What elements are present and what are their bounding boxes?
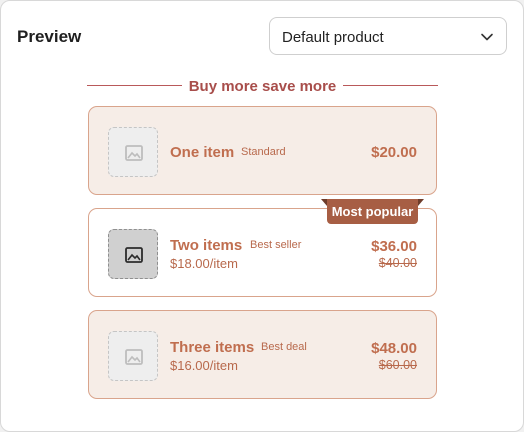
tier-per-item: $16.00/item: [170, 358, 238, 373]
badge-fold: [418, 199, 424, 206]
tier-tag: Best deal: [261, 341, 307, 353]
product-select-value: Default product: [282, 29, 384, 46]
product-thumbnail: [108, 229, 158, 279]
tier-price: $48.00: [371, 340, 417, 357]
image-icon: [125, 247, 143, 263]
product-thumbnail: [108, 127, 158, 177]
tier-title: Two items: [170, 237, 243, 254]
tier-option-three[interactable]: Three items Best deal $16.00/item $48.00…: [88, 310, 437, 399]
tier-old-price: $40.00: [378, 256, 417, 270]
most-popular-badge: Most popular: [327, 199, 418, 224]
tier-old-price: $60.00: [378, 358, 417, 372]
divider: [343, 85, 438, 86]
tier-title: Three items: [170, 339, 255, 356]
tier-per-item: $18.00/item: [170, 256, 238, 271]
tier-price: $36.00: [371, 238, 417, 255]
tier-price: $20.00: [371, 144, 417, 161]
offer-heading-text: Buy more save more: [188, 78, 337, 95]
tier-tag: Standard: [241, 146, 286, 158]
image-icon: [125, 349, 143, 365]
chevron-down-icon: [481, 33, 493, 41]
product-select[interactable]: Default product: [269, 17, 507, 55]
preview-panel: Preview Default product Buy more save mo…: [0, 0, 524, 432]
image-icon: [125, 145, 143, 161]
tier-title: One item: [170, 144, 235, 161]
page-title: Preview: [17, 27, 82, 46]
product-thumbnail: [108, 331, 158, 381]
offer-heading: Buy more save more: [87, 75, 438, 97]
tier-option-one[interactable]: One item Standard $20.00: [88, 106, 437, 195]
tier-tag: Best seller: [250, 239, 302, 251]
